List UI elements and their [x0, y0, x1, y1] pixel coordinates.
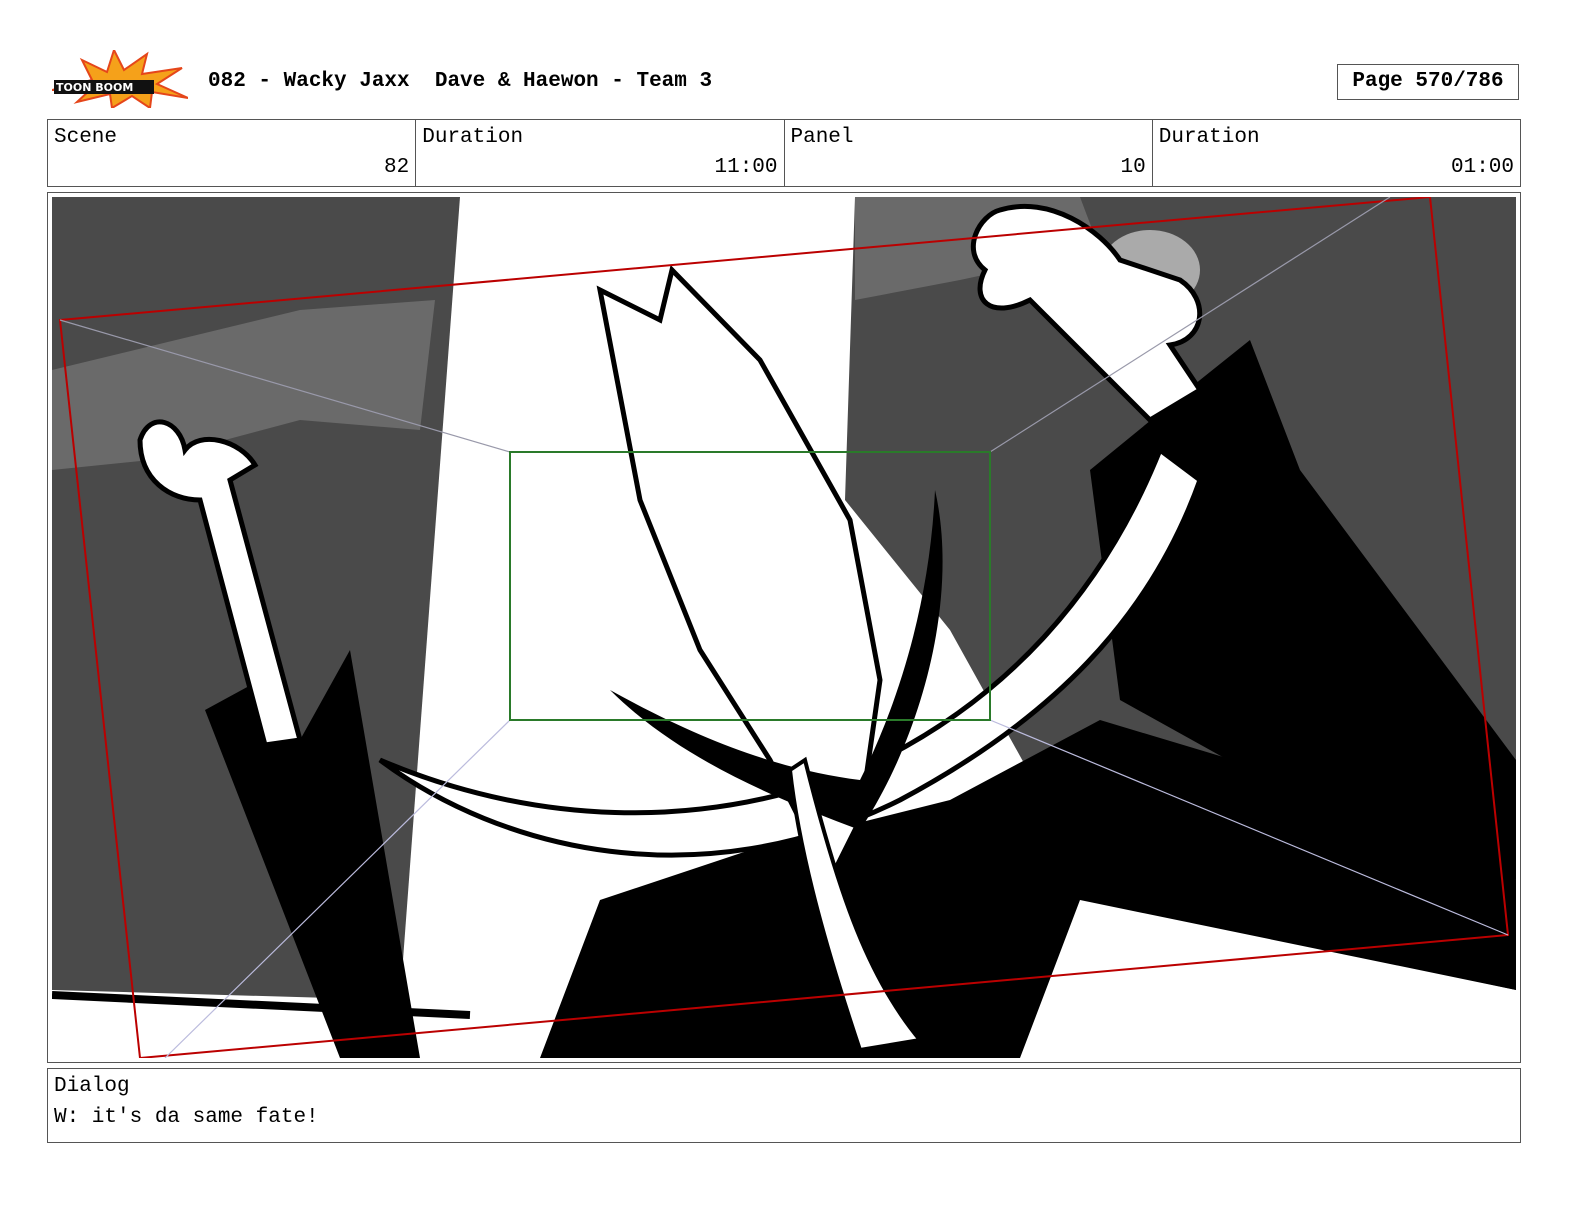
panel-artwork: [52, 197, 1516, 1058]
dialog-label: Dialog: [54, 1075, 130, 1098]
panel-duration-cell: Duration 01:00: [1153, 120, 1520, 186]
toon-boom-logo: TOON BOOM: [52, 50, 188, 108]
panel-label: Panel: [790, 126, 854, 149]
panel-duration-label: Duration: [1158, 126, 1260, 149]
scene-duration-cell: Duration 11:00: [416, 120, 785, 186]
scene-cell: Scene 82: [48, 120, 417, 186]
scene-value: 82: [384, 156, 410, 179]
scene-label: Scene: [54, 126, 118, 149]
storyboard-title: 082 - Wacky Jaxx Dave & Haewon - Team 3: [208, 70, 713, 93]
scene-info-table: Scene 82 Duration 11:00 Panel 10 Duration 01…: [47, 119, 1521, 187]
svg-text:TOON BOOM: TOON BOOM: [56, 81, 133, 94]
storyboard-panel: [47, 192, 1521, 1063]
panel-duration-value: 01:00: [1450, 156, 1514, 179]
scene-duration-value: 11:00: [714, 156, 778, 179]
dialog-box: Dialog W: it's da same fate!: [47, 1068, 1521, 1143]
panel-value: 10: [1120, 156, 1146, 179]
scene-duration-label: Duration: [422, 126, 524, 149]
dialog-text: W: it's da same fate!: [54, 1106, 319, 1129]
panel-cell: Panel 10: [785, 120, 1153, 186]
page-indicator: Page 570/786: [1337, 64, 1519, 100]
